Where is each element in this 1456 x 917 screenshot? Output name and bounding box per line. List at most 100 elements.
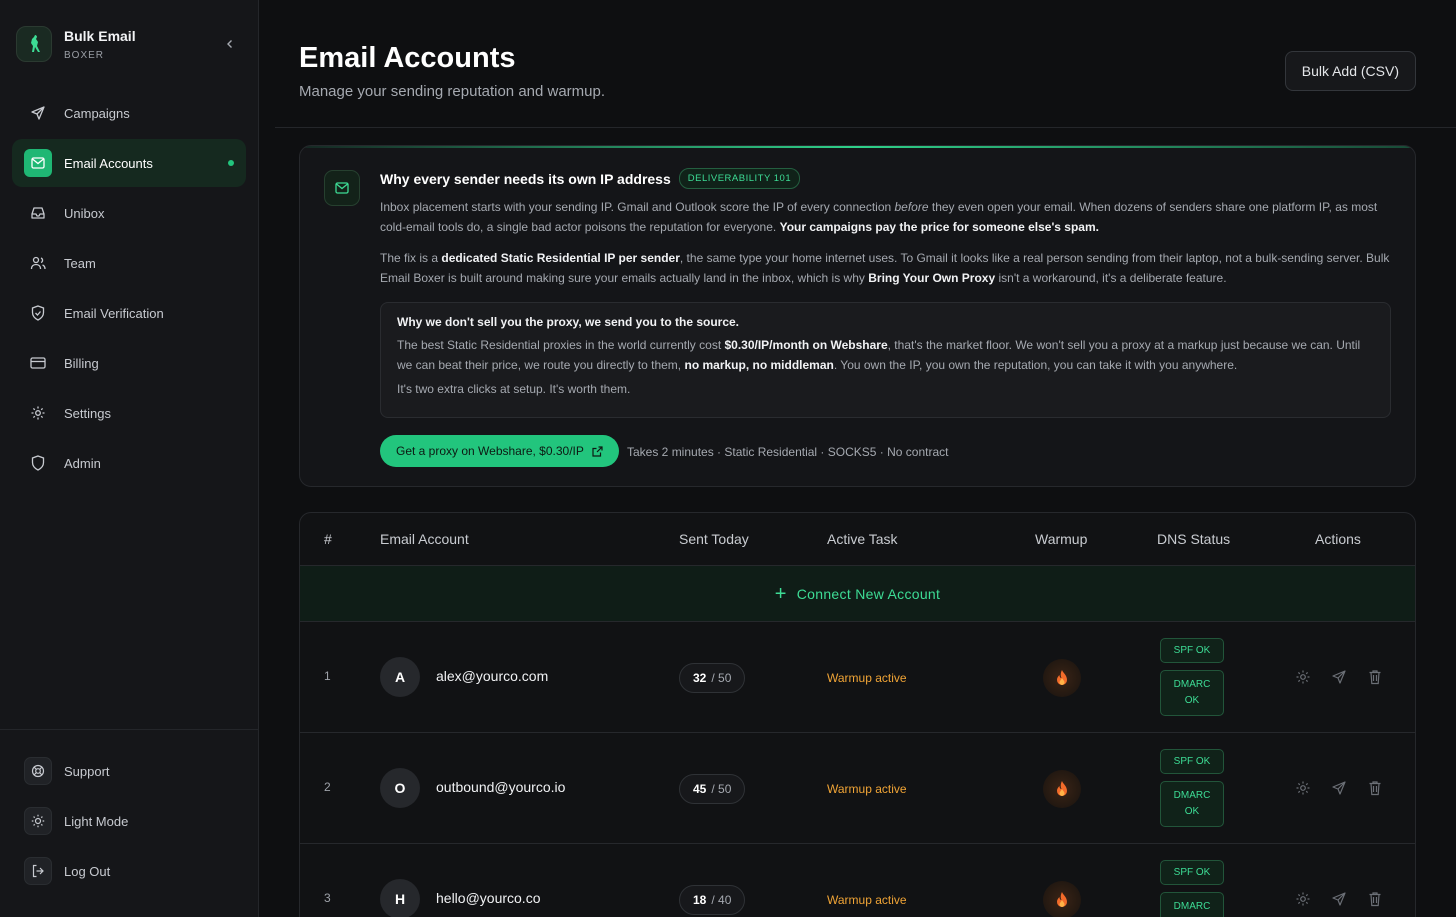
quote-paragraph-2: It's two extra clicks at setup. It's wor… (397, 382, 631, 396)
send-icon (29, 104, 47, 122)
send-icon[interactable] (1330, 779, 1348, 797)
connect-new-account-button[interactable]: + Connect New Account (300, 566, 1415, 622)
trash-icon[interactable] (1366, 779, 1384, 797)
quote-title: Why we don't sell you the proxy, we send… (397, 315, 740, 329)
chevron-left-icon[interactable] (222, 36, 238, 52)
sidebar-item-email-verification[interactable]: Email Verification (12, 289, 246, 337)
spf-badge: SPF OK (1160, 860, 1224, 885)
external-link-icon (592, 445, 603, 457)
users-icon (29, 254, 47, 272)
info-title: Why every sender needs its own IP addres… (380, 170, 671, 187)
brand: Bulk Email BOXER (16, 26, 244, 62)
sidebar-item-unibox[interactable]: Unibox (12, 189, 246, 237)
trash-icon[interactable] (1366, 668, 1384, 686)
gear-icon[interactable] (1294, 890, 1312, 908)
email-address[interactable]: hello@yourco.co (436, 890, 541, 906)
light-mode-toggle[interactable]: Light Mode (0, 796, 259, 846)
send-icon[interactable] (1330, 890, 1348, 908)
support-label: Support (64, 763, 110, 779)
plus-icon: + (774, 582, 787, 605)
flame-icon[interactable] (1043, 770, 1081, 808)
gear-icon[interactable] (1294, 668, 1312, 686)
gear-icon[interactable] (1294, 779, 1312, 797)
sidebar-item-label: Email Accounts (64, 155, 153, 171)
mail-icon (24, 149, 52, 177)
dns-status: SPF OK DMARCOK (1160, 749, 1224, 827)
shield-icon (29, 454, 47, 472)
sidebar-item-label: Settings (64, 405, 111, 421)
send-icon[interactable] (1330, 668, 1348, 686)
proxy-meta-text: Takes 2 minutes · Static Residential · S… (627, 445, 949, 459)
spf-badge: SPF OK (1160, 749, 1224, 774)
proxy-explanation-box: Why we don't sell you the proxy, we send… (380, 302, 1391, 418)
email-address[interactable]: outbound@yourco.io (436, 779, 565, 795)
kangaroo-logo-icon (16, 26, 52, 62)
dmarc-badge: DMARCOK (1160, 892, 1224, 917)
avatar: O (380, 768, 420, 808)
active-task: Warmup active (827, 671, 907, 685)
active-task: Warmup active (827, 893, 907, 907)
sent-today-counter: 32/ 50 (679, 663, 746, 693)
quote-paragraph: The best Static Residential proxies in t… (397, 338, 1361, 372)
sidebar-item-label: Unibox (64, 205, 105, 221)
sidebar-item-billing[interactable]: Billing (12, 339, 246, 387)
brand-subtitle: BOXER (64, 49, 105, 61)
get-proxy-webshare-button[interactable]: Get a proxy on Webshare, $0.30/IP (380, 435, 619, 467)
col-active-task: Active Task (827, 531, 898, 547)
logout-icon (24, 857, 52, 885)
inbox-icon (29, 204, 47, 222)
dmarc-badge: DMARCOK (1160, 670, 1224, 716)
table-row: 1 A alex@yourco.com 32/ 50 Warmup active… (300, 622, 1415, 733)
row-index: 2 (324, 780, 331, 794)
active-task: Warmup active (827, 782, 907, 796)
sun-icon (24, 807, 52, 835)
get-proxy-label: Get a proxy on Webshare, $0.30/IP (396, 444, 584, 458)
sidebar-item-admin[interactable]: Admin (12, 439, 246, 487)
sidebar-item-label: Campaigns (64, 105, 130, 121)
sidebar-item-label: Team (64, 255, 96, 271)
brand-title: Bulk Email (64, 27, 136, 44)
trash-icon[interactable] (1366, 890, 1384, 908)
dns-status: SPF OK DMARCOK (1160, 638, 1224, 716)
sidebar-item-settings[interactable]: Settings (12, 389, 246, 437)
active-dot (228, 160, 234, 166)
table-row: 3 H hello@yourco.co 18/ 40 Warmup active… (300, 844, 1415, 917)
support-button[interactable]: Support (0, 746, 259, 796)
sidebar-item-campaigns[interactable]: Campaigns (12, 89, 246, 137)
deliverability-badge: DELIVERABILITY 101 (678, 168, 801, 189)
page-subtitle: Manage your sending reputation and warmu… (299, 83, 606, 100)
page-title: Email Accounts (299, 42, 516, 74)
row-index: 1 (324, 669, 331, 683)
avatar: H (380, 879, 420, 917)
dns-status: SPF OK DMARCOK (1160, 860, 1224, 917)
dmarc-badge: DMARCOK (1160, 781, 1224, 827)
sidebar-item-label: Admin (64, 455, 101, 471)
col-number: # (324, 531, 332, 547)
table-header: # Email Account Sent Today Active Task W… (300, 513, 1415, 566)
sidebar-item-label: Email Verification (64, 305, 164, 321)
gear-icon (29, 404, 47, 422)
logout-label: Log Out (64, 863, 111, 879)
sent-today-counter: 45/ 50 (679, 774, 746, 804)
email-address[interactable]: alex@yourco.com (436, 668, 548, 684)
logout-button[interactable]: Log Out (0, 846, 259, 896)
bulk-add-csv-button[interactable]: Bulk Add (CSV) (1284, 51, 1416, 91)
credit-card-icon (29, 354, 47, 372)
col-actions: Actions (1315, 531, 1361, 547)
sidebar-item-label: Billing (64, 355, 99, 371)
divider (275, 127, 1456, 128)
shield-check-icon (29, 304, 47, 322)
sidebar-item-team[interactable]: Team (12, 239, 246, 287)
sidebar-nav: Campaigns Email Accounts Unibox Team Ema… (12, 89, 246, 489)
col-dns-status: DNS Status (1157, 531, 1231, 547)
flame-icon[interactable] (1043, 881, 1081, 917)
flame-icon[interactable] (1043, 659, 1081, 697)
avatar: A (380, 657, 420, 697)
sidebar-footer: Support Light Mode Log Out (0, 729, 259, 896)
sidebar-item-email-accounts[interactable]: Email Accounts (12, 139, 246, 187)
email-accounts-table: # Email Account Sent Today Active Task W… (299, 512, 1416, 917)
row-index: 3 (324, 891, 331, 905)
col-warmup: Warmup (1035, 531, 1088, 547)
lifebuoy-icon (24, 757, 52, 785)
deliverability-info-card: Why every sender needs its own IP addres… (299, 145, 1416, 487)
